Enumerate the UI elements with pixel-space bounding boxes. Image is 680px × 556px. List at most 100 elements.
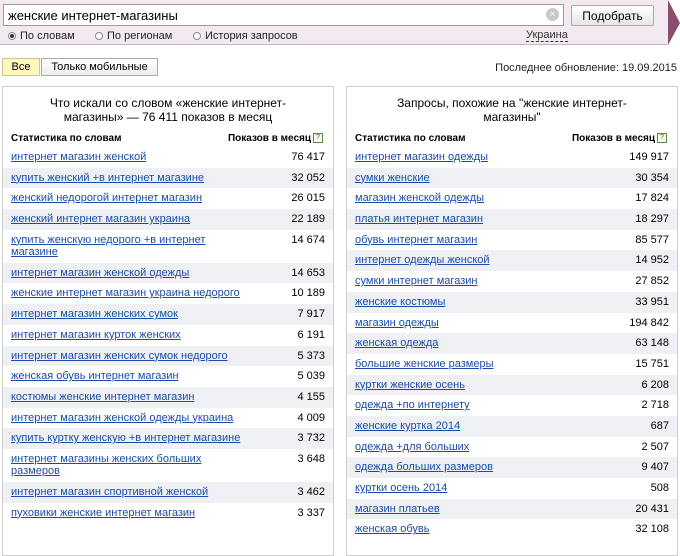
search-input[interactable] [4, 5, 552, 25]
table-row: обувь интернет магазин 85 577 [347, 230, 677, 251]
table-row: интернет магазины женских больших размер… [3, 449, 333, 482]
query-link[interactable]: магазин платьев [355, 503, 585, 515]
table-row: женская обувь 32 108 [347, 519, 677, 540]
impressions-value: 32 108 [635, 523, 669, 536]
query-link[interactable]: одежда +по интернету [355, 399, 585, 411]
impressions-value: 4 155 [297, 390, 325, 403]
clear-icon[interactable]: × [546, 8, 559, 21]
column-header-words: Статистика по словам [11, 133, 122, 144]
table-row: сумки интернет магазин 27 852 [347, 271, 677, 292]
query-link[interactable]: купить женский +в интернет магазине [11, 172, 241, 184]
impressions-value: 3 462 [297, 485, 325, 498]
impressions-value: 687 [650, 419, 669, 432]
column-header-words: Статистика по словам [355, 133, 466, 144]
query-link[interactable]: пуховики женские интернет магазин [11, 507, 241, 519]
mode-history[interactable]: История запросов [193, 29, 298, 42]
query-link[interactable]: купить куртку женскую +в интернет магази… [11, 432, 241, 444]
table-row: пуховики женские интернет магазин 3 337 [3, 503, 333, 524]
mode-by-words[interactable]: По словам [8, 29, 75, 42]
region-selector[interactable]: Украина [526, 29, 568, 42]
query-link[interactable]: интернет магазин спортивной женской [11, 486, 241, 498]
impressions-value: 32 052 [291, 171, 325, 184]
table-row: женские куртка 2014 687 [347, 415, 677, 437]
impressions-value: 10 189 [291, 287, 325, 300]
query-link[interactable]: купить женскую недорого +в интернет мага… [11, 234, 241, 258]
query-link[interactable]: интернет магазин женской одежды украина [11, 412, 241, 424]
table-row: интернет магазин женских сумок 7 917 [3, 304, 333, 325]
help-icon[interactable]: ? [313, 133, 323, 144]
query-link[interactable]: женская обувь [355, 523, 585, 535]
radio-icon [95, 31, 103, 40]
table-row: куртки женские осень 6 208 [347, 374, 677, 396]
filter-mobile-button[interactable]: Только мобильные [41, 58, 158, 76]
column-header-label: Показов в месяц [227, 133, 311, 144]
table-row: магазин женской одежды 17 824 [347, 188, 677, 209]
impressions-value: 14 952 [635, 254, 669, 267]
mode-label: По регионам [107, 29, 173, 42]
table-row: интернет магазин женской одежды украина 4… [3, 408, 333, 429]
query-link[interactable]: одежда больших размеров [355, 461, 585, 473]
table-row: магазин одежды 194 842 [347, 313, 677, 334]
query-link[interactable]: женские куртка 2014 [355, 420, 585, 432]
query-link[interactable]: обувь интернет магазин [355, 234, 585, 246]
query-link[interactable]: интернет магазин женских сумок [11, 308, 241, 320]
search-panel: × Подобрать По словам По регионам Истори… [0, 0, 668, 45]
radio-icon [193, 31, 201, 40]
radio-selected-icon [8, 31, 16, 40]
query-link[interactable]: платья интернет магазин [355, 213, 585, 225]
table-row: костюмы женские интернет магазин 4 155 [3, 386, 333, 408]
impressions-value: 3 648 [297, 452, 325, 465]
query-link[interactable]: одежда +для больших [355, 441, 585, 453]
mode-label: История запросов [205, 29, 298, 42]
query-link[interactable]: магазин одежды [355, 317, 585, 329]
impressions-value: 17 824 [635, 192, 669, 205]
impressions-value: 27 852 [635, 275, 669, 288]
table-row: женский интернет магазин украина 22 189 [3, 209, 333, 230]
panel-title-line: Запросы, похожие на "женские интернет- [397, 96, 627, 110]
query-link[interactable]: женская одежда [355, 337, 585, 349]
query-link[interactable]: магазин женской одежды [355, 192, 585, 204]
header-arrow-decoration [668, 0, 680, 45]
table-row: одежда больших размеров 9 407 [347, 457, 677, 478]
table-row: женские костюмы 33 951 [347, 291, 677, 313]
query-link[interactable]: костюмы женские интернет магазин [11, 391, 241, 403]
query-link[interactable]: интернет одежды женской [355, 254, 585, 266]
help-icon[interactable]: ? [657, 133, 667, 144]
impressions-value: 149 917 [629, 151, 669, 163]
query-link[interactable]: интернет магазин женской [11, 151, 241, 163]
query-link[interactable]: интернет магазин одежды [355, 151, 585, 163]
query-link[interactable]: интернет магазин женских сумок недорого [11, 350, 241, 362]
query-link[interactable]: интернет магазин женской одежды [11, 267, 241, 279]
query-link[interactable]: куртки женские осень [355, 379, 585, 391]
table-row: сумки женские 30 354 [347, 167, 677, 189]
query-link[interactable]: женский недорогой интернет магазин [11, 192, 241, 204]
query-link[interactable]: сумки женские [355, 172, 585, 184]
query-link[interactable]: женский интернет магазин украина [11, 213, 241, 225]
query-link[interactable]: куртки осень 2014 [355, 482, 585, 494]
query-link[interactable]: большие женские размеры [355, 358, 585, 370]
query-list: интернет магазин одежды 149 917 сумки женс… [347, 147, 677, 540]
impressions-value: 14 674 [291, 233, 325, 246]
query-link[interactable]: интернет магазины женских больших размер… [11, 453, 241, 477]
related-words-panel: Что искали со словом «женские интернет- … [2, 86, 334, 556]
mode-by-regions[interactable]: По регионам [95, 29, 172, 42]
table-row: женские интернет магазин украина недорог… [3, 283, 333, 304]
submit-button[interactable]: Подобрать [571, 5, 654, 26]
mode-label: По словам [20, 29, 75, 42]
impressions-value: 26 015 [291, 192, 325, 205]
table-row: женская одежда 63 148 [347, 333, 677, 354]
table-row: большие женские размеры 15 751 [347, 354, 677, 375]
impressions-value: 33 951 [635, 295, 669, 308]
query-link[interactable]: интернет магазин курток женских [11, 329, 241, 341]
query-link[interactable]: женская обувь интернет магазин [11, 370, 241, 382]
impressions-value: 63 148 [635, 337, 669, 350]
impressions-value: 2 718 [641, 399, 669, 412]
query-link[interactable]: женские костюмы [355, 296, 585, 308]
table-row: купить женскую недорого +в интернет мага… [3, 230, 333, 263]
table-row: женский недорогой интернет магазин 26 015 [3, 188, 333, 209]
query-link[interactable]: женские интернет магазин украина недорог… [11, 287, 241, 299]
similar-queries-panel: Запросы, похожие на "женские интернет- м… [346, 86, 678, 556]
query-link[interactable]: сумки интернет магазин [355, 275, 585, 287]
last-update-text: Последнее обновление: 19.09.2015 [495, 62, 677, 74]
filter-all-button[interactable]: Все [2, 58, 40, 76]
